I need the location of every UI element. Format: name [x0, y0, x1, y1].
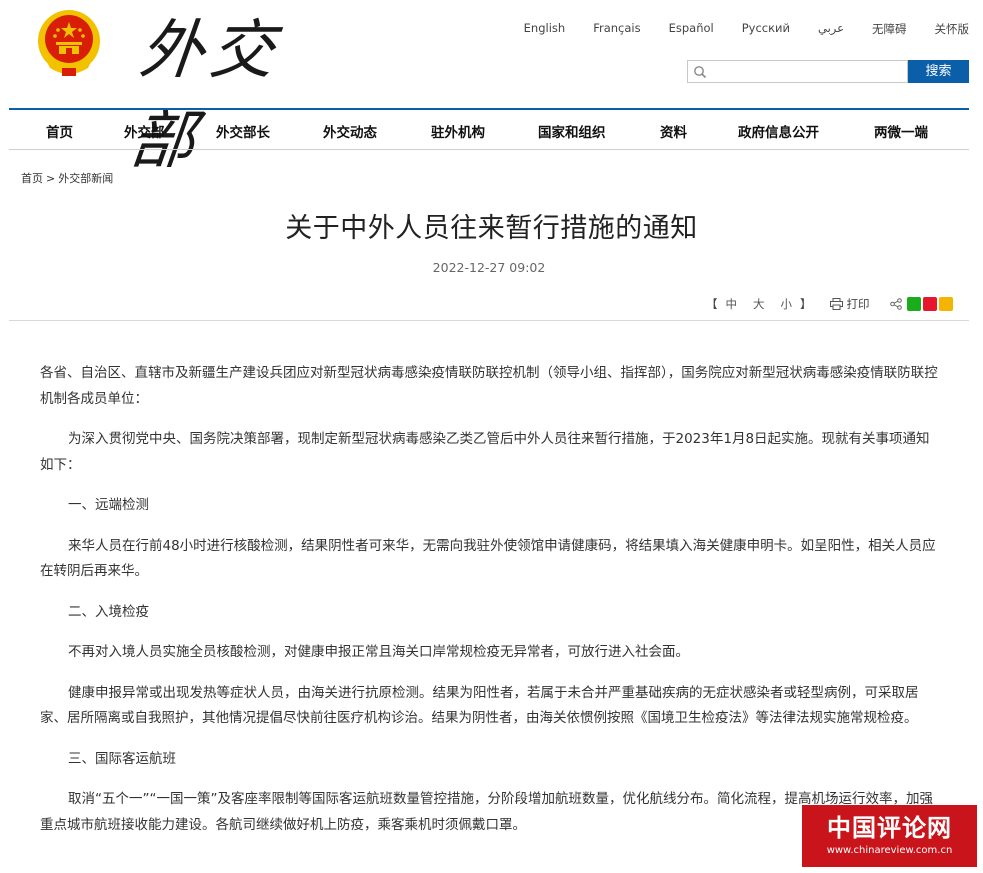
- nav-diplomatic-activities[interactable]: 外交动态: [323, 121, 377, 141]
- nav-gov-info-disclosure[interactable]: 政府信息公开: [738, 121, 819, 141]
- breadcrumb-separator: >: [46, 172, 56, 185]
- article-date: 2022-12-27 09:02: [432, 260, 546, 275]
- search-icon: [694, 66, 707, 79]
- nav-weibo-wechat-app[interactable]: 两微一端: [874, 121, 928, 141]
- font-size-large-button[interactable]: 大: [753, 296, 765, 312]
- qzone-share-icon[interactable]: [938, 297, 953, 311]
- nav-resources[interactable]: 资料: [660, 121, 687, 141]
- nav-missions-abroad[interactable]: 驻外机构: [431, 121, 485, 141]
- main-nav: 首页 外交部 外交部长 外交动态 驻外机构 国家和组织 资料 政府信息公开 两微…: [9, 108, 969, 150]
- font-size-medium-button[interactable]: 中: [726, 296, 738, 312]
- paragraph-recipients: 各省、自治区、直辖市及新疆生产建设兵团应对新型冠状病毒感染疫情联防联控机制（领导…: [40, 365, 938, 407]
- article-title: 关于中外人员往来暂行措施的通知: [285, 213, 698, 244]
- article-body: 各省、自治区、直辖市及新疆生产建设兵团应对新型冠状病毒感染疫情联防联控机制（领导…: [40, 361, 940, 853]
- header-divider: [9, 320, 969, 321]
- watermark-url: www.chinareview.com.cn: [826, 845, 953, 856]
- weibo-share-icon[interactable]: [922, 297, 937, 311]
- font-size-small-button[interactable]: 小: [781, 296, 793, 312]
- nav-ministry[interactable]: 外交部: [124, 121, 165, 141]
- font-size-bracket-close: 】: [800, 297, 812, 311]
- print-label: 打印: [846, 297, 870, 311]
- wechat-share-icon[interactable]: [906, 297, 921, 311]
- printer-icon: [829, 298, 843, 310]
- elderly-care-mode-link[interactable]: 关怀版: [935, 21, 970, 37]
- ministry-logo-calligraphy[interactable]: 外交部: [127, 6, 334, 178]
- breadcrumb-current[interactable]: 外交部新闻: [58, 172, 113, 185]
- nav-minister[interactable]: 外交部长: [216, 121, 270, 141]
- watermark-text: 中国评论网: [827, 814, 952, 842]
- lang-arabic[interactable]: عربي: [818, 21, 844, 37]
- article-tools: 【 中 大 小 】 打印: [706, 296, 953, 312]
- share-bar: [889, 297, 953, 311]
- nav-home[interactable]: 首页: [46, 121, 73, 141]
- paragraph-intro: 为深入贯彻党中央、国务院决策部署，现制定新型冠状病毒感染乙类乙管后中外人员往来暂…: [40, 431, 930, 473]
- breadcrumb-home[interactable]: 首页: [21, 172, 43, 185]
- national-emblem: [38, 10, 100, 76]
- lang-english[interactable]: English: [524, 21, 566, 37]
- paragraph-entry-quarantine-1: 不再对入境人员实施全员核酸检测，对健康申报正常且海关口岸常规检疫无异常者，可放行…: [68, 644, 689, 660]
- breadcrumb: 首页 > 外交部新闻: [21, 170, 113, 186]
- lang-french[interactable]: Français: [593, 21, 640, 37]
- section-heading-remote-testing: 一、远端检测: [68, 497, 149, 513]
- section-heading-entry-quarantine: 二、入境检疫: [68, 603, 149, 620]
- print-button[interactable]: 打印: [829, 296, 870, 312]
- paragraph-entry-quarantine-2: 健康申报异常或出现发热等症状人员，由海关进行抗原检测。结果为阳性者，若属于未合并…: [40, 684, 919, 727]
- search-input[interactable]: [710, 62, 904, 83]
- paragraph-remote-testing: 来华人员在行前48小时进行核酸检测，结果阴性者可来华，无需向我驻外使领馆申请健康…: [40, 537, 936, 580]
- language-bar: English Français Español Русский عربي 无障…: [524, 21, 969, 37]
- lang-spanish[interactable]: Español: [669, 21, 714, 37]
- share-icon: [889, 298, 902, 310]
- lang-russian[interactable]: Русский: [742, 21, 790, 37]
- china-review-watermark: 中国评论网 www.chinareview.com.cn: [802, 805, 977, 867]
- font-size-bracket-open: 【: [706, 297, 718, 311]
- nav-countries-organizations[interactable]: 国家和组织: [538, 121, 606, 141]
- accessibility-link[interactable]: 无障碍: [872, 21, 907, 37]
- search-box: [687, 60, 908, 83]
- search-button[interactable]: 搜索: [908, 60, 969, 83]
- section-heading-international-flights: 三、国际客运航班: [68, 750, 176, 767]
